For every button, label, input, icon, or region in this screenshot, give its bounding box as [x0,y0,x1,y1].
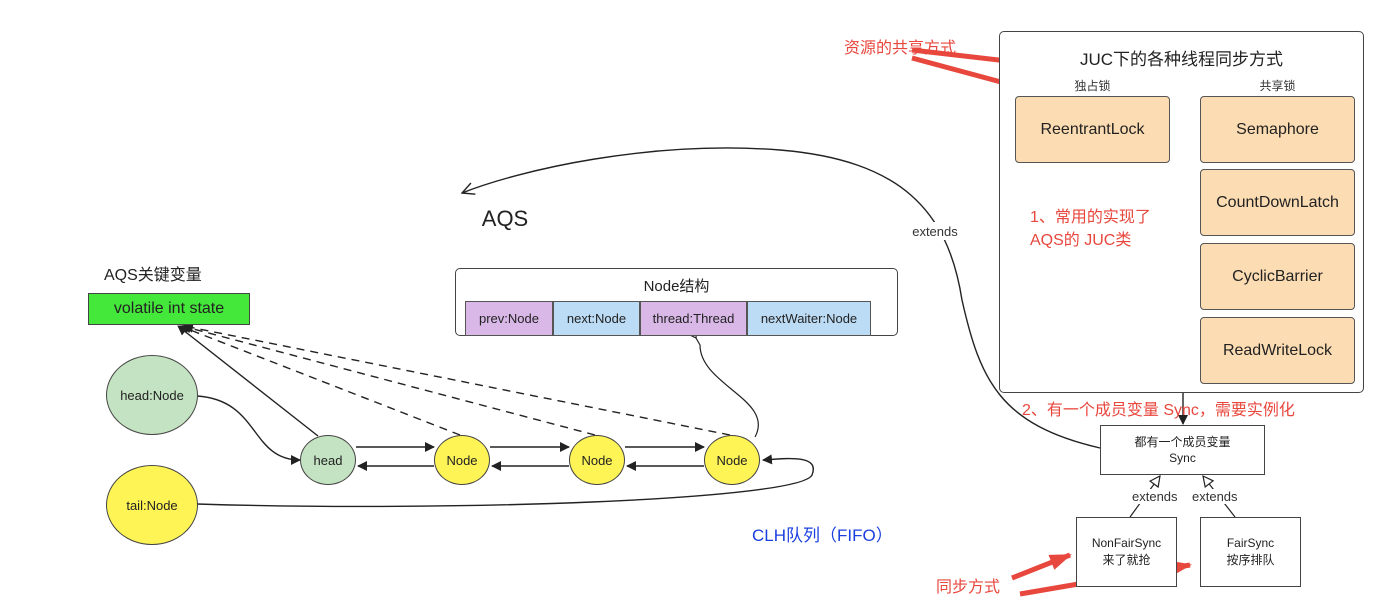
red-arrow-nonfair [1011,552,1072,581]
state-variable-box: volatile int state [88,293,250,325]
aqs-title: AQS [481,206,529,231]
head-variable-node: head:Node [106,355,198,435]
field-next: next:Node [553,301,640,336]
node3-to-state [183,322,731,436]
semaphore-box: Semaphore [1200,96,1355,163]
readwritelock-box: ReadWriteLock [1200,317,1355,384]
cyclicbarrier-box: CyclicBarrier [1200,243,1355,310]
nonfairsync-box: NonFairSync 来了就抢 [1076,517,1177,587]
field-thread: thread:Thread [640,301,747,336]
queue-head-node: head [300,435,356,485]
note-juc-implementations: 1、常用的实现了 AQS的 JUC类 [1030,209,1151,249]
clh-queue-label: CLH队列（FIFO） [752,526,893,545]
thread-aggregation [696,338,759,438]
queue-node-3: Node [704,435,760,485]
queue-node-1: Node [434,435,490,485]
countdownlatch-box: CountDownLatch [1200,169,1355,236]
annotation-resource-sharing: 资源的共享方式 [844,40,957,57]
headvar-to-head [196,395,301,465]
field-nextwaiter: nextWaiter:Node [747,301,871,336]
exclusive-lock-label: 独占锁 [1074,78,1111,93]
tail-variable-node: tail:Node [106,465,198,545]
queue-node-2: Node [569,435,625,485]
fairsync-box: FairSync 按序排队 [1200,517,1301,587]
node1-to-state [179,324,461,436]
extends-label-left: extends [1132,489,1178,504]
head-to-state [177,325,319,437]
note-sync-member: 2、有一个成员变量 Sync，需要实例化 [1022,402,1295,419]
juc-panel-title: JUC下的各种线程同步方式 [1079,49,1284,69]
node-structure-title: Node结构 [643,277,710,295]
field-prev: prev:Node [465,301,553,336]
extends-label-right: extends [1192,489,1238,504]
annotation-sync-mode: 同步方式 [936,579,1001,596]
aqs-vars-title: AQS关键变量 [104,267,202,284]
extends-label-main: extends [906,222,964,240]
sync-box: 都有一个成员变量 Sync [1100,425,1265,475]
shared-lock-label: 共享锁 [1259,78,1296,93]
reentrantlock-box: ReentrantLock [1015,96,1170,163]
